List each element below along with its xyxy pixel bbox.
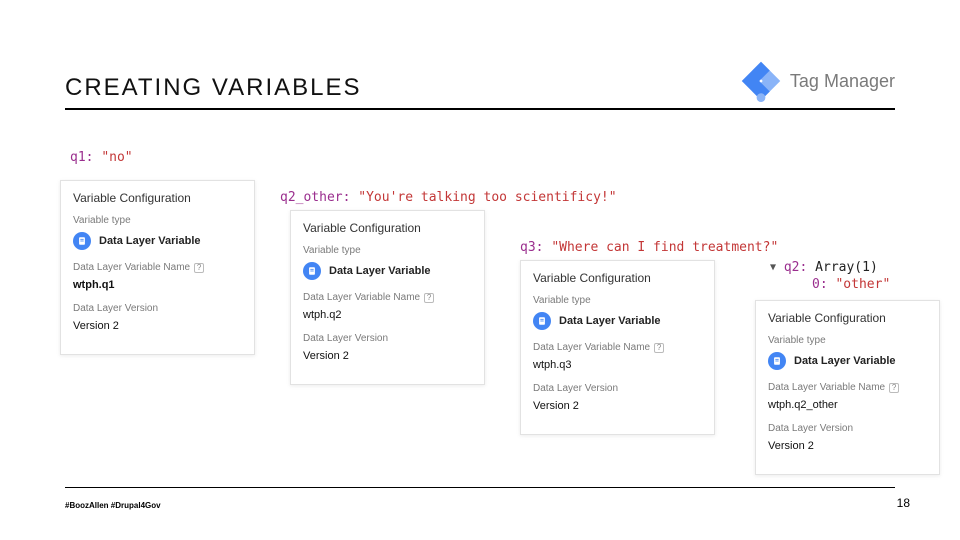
variable-name-label: Data Layer Variable Name? [768,382,927,393]
data-layer-variable-icon [73,232,91,250]
slide-header: CREATING VARIABLES Tag Manager [65,60,895,110]
variable-type-row: Data Layer Variable [303,262,472,280]
version-label: Data Layer Version [533,383,702,394]
variable-name-value: wtph.q3 [533,359,702,371]
version-value: Version 2 [303,350,472,362]
data-layer-variable-icon [768,352,786,370]
version-value: Version 2 [768,440,927,452]
code-q2-item: 0: "other" [812,277,890,292]
variable-name-value: wtph.q2 [303,309,472,321]
variable-name-value: wtph.q1 [73,279,242,291]
version-value: Version 2 [533,400,702,412]
slide-title: CREATING VARIABLES [65,74,362,102]
variable-config-panel-q2: Variable Configuration Variable type Dat… [290,210,485,385]
slide-content: q1: "no" q2_other: "You're talking too s… [40,110,940,480]
variable-type-value: Data Layer Variable [559,315,661,327]
variable-name-label: Data Layer Variable Name? [73,262,242,273]
footer-divider [65,487,895,488]
help-icon[interactable]: ? [194,263,204,273]
panel-title: Variable Configuration [533,271,702,285]
variable-type-row: Data Layer Variable [533,312,702,330]
version-label: Data Layer Version [768,423,927,434]
page-number: 18 [897,496,910,510]
help-icon[interactable]: ? [654,343,664,353]
version-label: Data Layer Version [303,333,472,344]
variable-type-label: Variable type [768,335,927,346]
panel-title: Variable Configuration [73,191,242,205]
variable-type-label: Variable type [533,295,702,306]
variable-name-value: wtph.q2_other [768,399,927,411]
panel-title: Variable Configuration [303,221,472,235]
data-layer-variable-icon [533,312,551,330]
data-layer-variable-icon [303,262,321,280]
code-q3: q3: "Where can I find treatment?" [520,240,778,255]
variable-type-row: Data Layer Variable [768,352,927,370]
variable-type-label: Variable type [73,215,242,226]
version-value: Version 2 [73,320,242,332]
tag-manager-icon [740,60,782,102]
tag-manager-label: Tag Manager [790,71,895,92]
variable-type-value: Data Layer Variable [329,265,431,277]
variable-config-panel-q2-other: Variable Configuration Variable type Dat… [755,300,940,475]
variable-type-value: Data Layer Variable [794,355,896,367]
variable-config-panel-q1: Variable Configuration Variable type Dat… [60,180,255,355]
variable-type-label: Variable type [303,245,472,256]
code-q2-other: q2_other: "You're talking too scientific… [280,190,617,205]
version-label: Data Layer Version [73,303,242,314]
code-q1: q1: "no" [70,150,133,165]
variable-type-row: Data Layer Variable [73,232,242,250]
variable-type-value: Data Layer Variable [99,235,201,247]
variable-name-label: Data Layer Variable Name? [533,342,702,353]
help-icon[interactable]: ? [424,293,434,303]
variable-config-panel-q3: Variable Configuration Variable type Dat… [520,260,715,435]
variable-name-label: Data Layer Variable Name? [303,292,472,303]
code-q2-array: ▼ q2: Array(1) [770,260,878,275]
tag-manager-logo: Tag Manager [740,60,895,102]
footer-hashtags: #BoozAllen #Drupal4Gov [65,501,161,510]
help-icon[interactable]: ? [889,383,899,393]
panel-title: Variable Configuration [768,311,927,325]
